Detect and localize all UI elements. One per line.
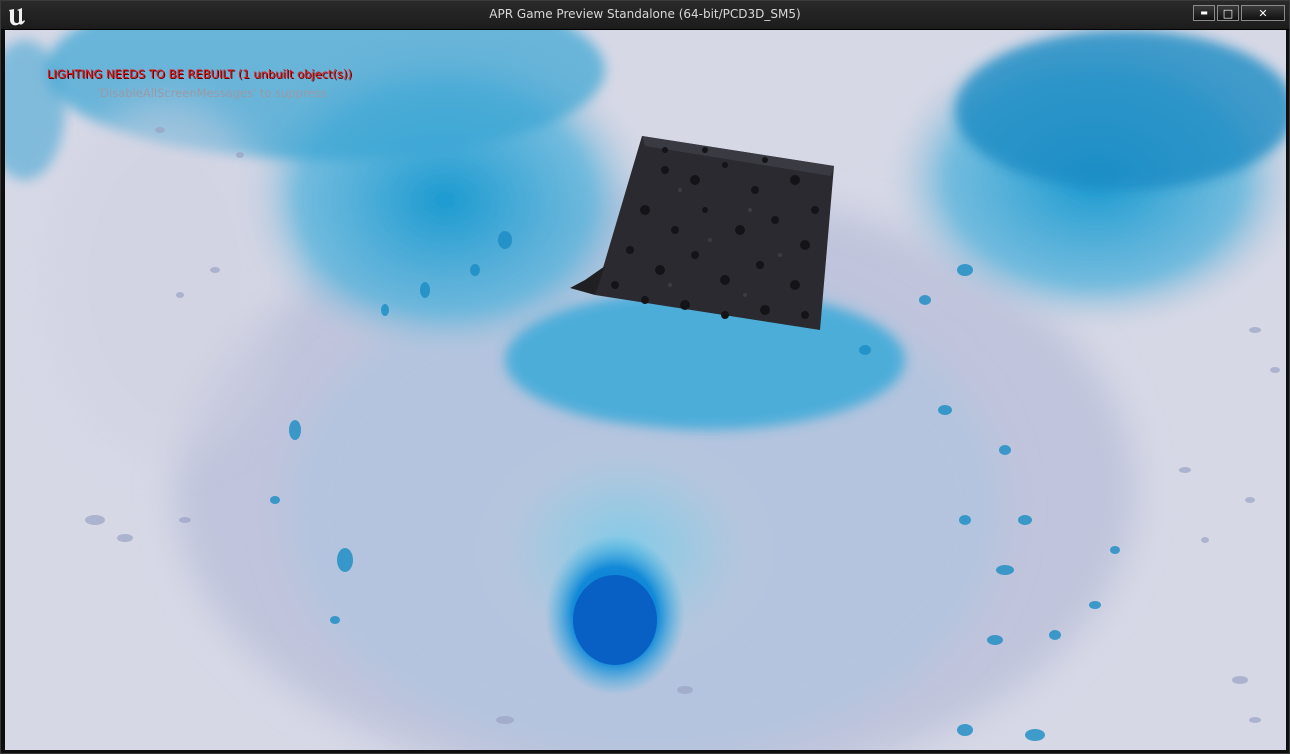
suppress-hint-message: 'DisableAllScreenMessages' to suppress [97,86,327,100]
window-controls: ▬ □ ✕ [1191,5,1285,21]
maximize-button[interactable]: □ [1217,5,1239,21]
close-icon: ✕ [1258,6,1268,20]
maximize-icon: □ [1222,6,1234,20]
close-button[interactable]: ✕ [1241,5,1285,21]
lighting-warning-message: LIGHTING NEEDS TO BE REBUILT (1 unbuilt … [47,67,352,81]
window-title: APR Game Preview Standalone (64-bit/PCD3… [489,7,801,21]
game-viewport[interactable]: LIGHTING NEEDS TO BE REBUILT (1 unbuilt … [5,30,1286,750]
minimize-button[interactable]: ▬ [1193,5,1215,21]
scene-render [5,30,1286,750]
title-bar[interactable]: APR Game Preview Standalone (64-bit/PCD3… [1,1,1289,30]
game-preview-window: APR Game Preview Standalone (64-bit/PCD3… [0,0,1290,754]
minimize-icon: ▬ [1200,8,1208,17]
